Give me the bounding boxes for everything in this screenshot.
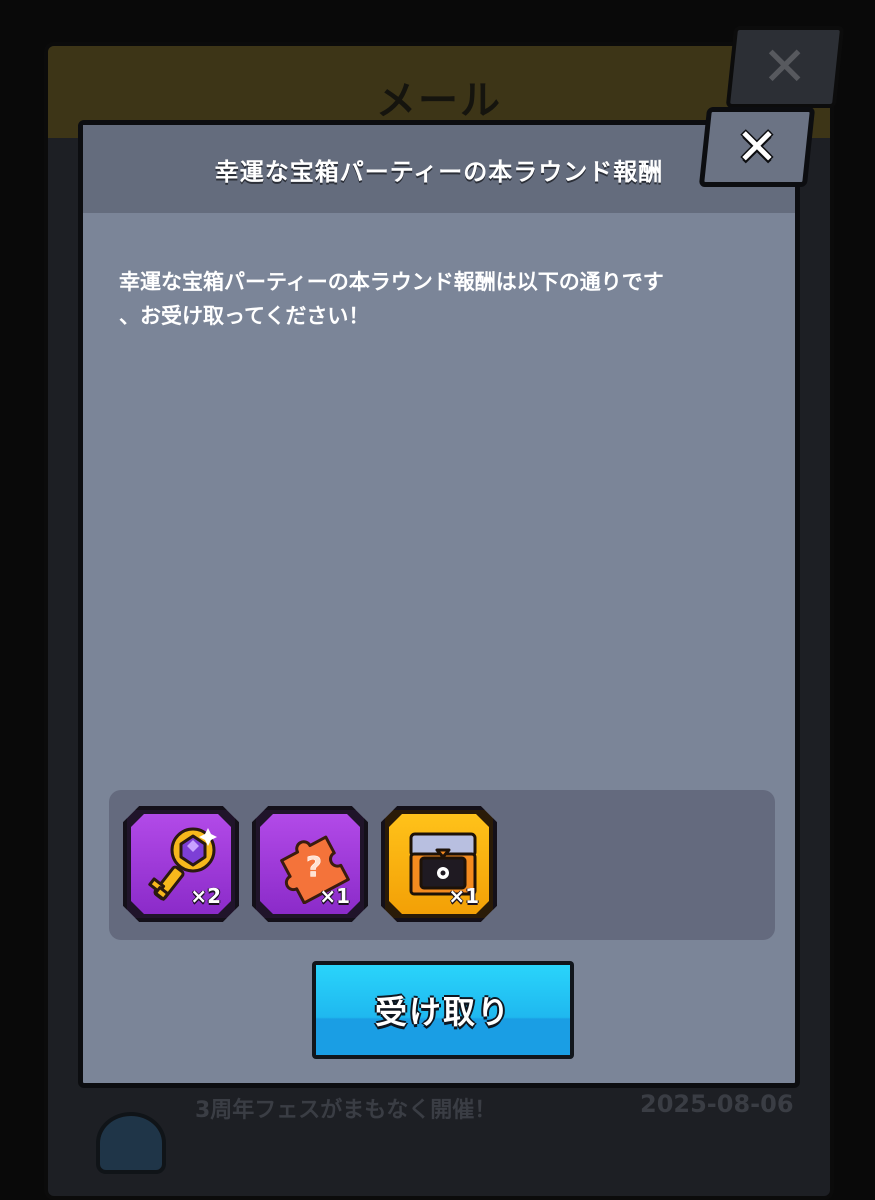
reward-list: ×2 ? ×1 ×1 [109, 790, 775, 940]
svg-text:?: ? [306, 850, 322, 883]
close-icon: ✕ [762, 35, 808, 98]
mail-subject: 3周年フェスがまもなく開催！ [195, 1098, 497, 1123]
reward-quantity: ×1 [448, 884, 479, 908]
claim-button-label: 受け取り [374, 993, 511, 1031]
reward-dialog: 幸運な宝箱パーティーの本ラウンド報酬 ✕ 幸運な宝箱パーティーの本ラウンド報酬は… [78, 107, 816, 1088]
reward-quantity: ×2 [190, 884, 221, 908]
dialog-message-line-2: 、お受け取ってください！ [119, 304, 370, 328]
reward-item-key[interactable]: ×2 [123, 806, 239, 922]
claim-button[interactable]: 受け取り [312, 961, 574, 1059]
reward-item-chest[interactable]: ×1 [381, 806, 497, 922]
close-icon: ✕ [736, 118, 778, 176]
mail-window-close-button: ✕ [725, 26, 845, 108]
mail-envelope-icon [96, 1112, 166, 1174]
dialog-header: 幸運な宝箱パーティーの本ラウンド報酬 [83, 125, 795, 213]
reward-item-puzzle[interactable]: ? ×1 [252, 806, 368, 922]
dialog-close-button[interactable]: ✕ [698, 107, 816, 187]
dialog-message-line-1: 幸運な宝箱パーティーの本ラウンド報酬は以下の通りです [119, 270, 664, 294]
reward-quantity: ×1 [319, 884, 350, 908]
dialog-title: 幸運な宝箱パーティーの本ラウンド報酬 [214, 158, 664, 186]
mail-date: 2025-08-06 [640, 1090, 794, 1118]
dialog-message: 幸運な宝箱パーティーの本ラウンド報酬は以下の通りです 、お受け取ってください！ [119, 265, 769, 333]
